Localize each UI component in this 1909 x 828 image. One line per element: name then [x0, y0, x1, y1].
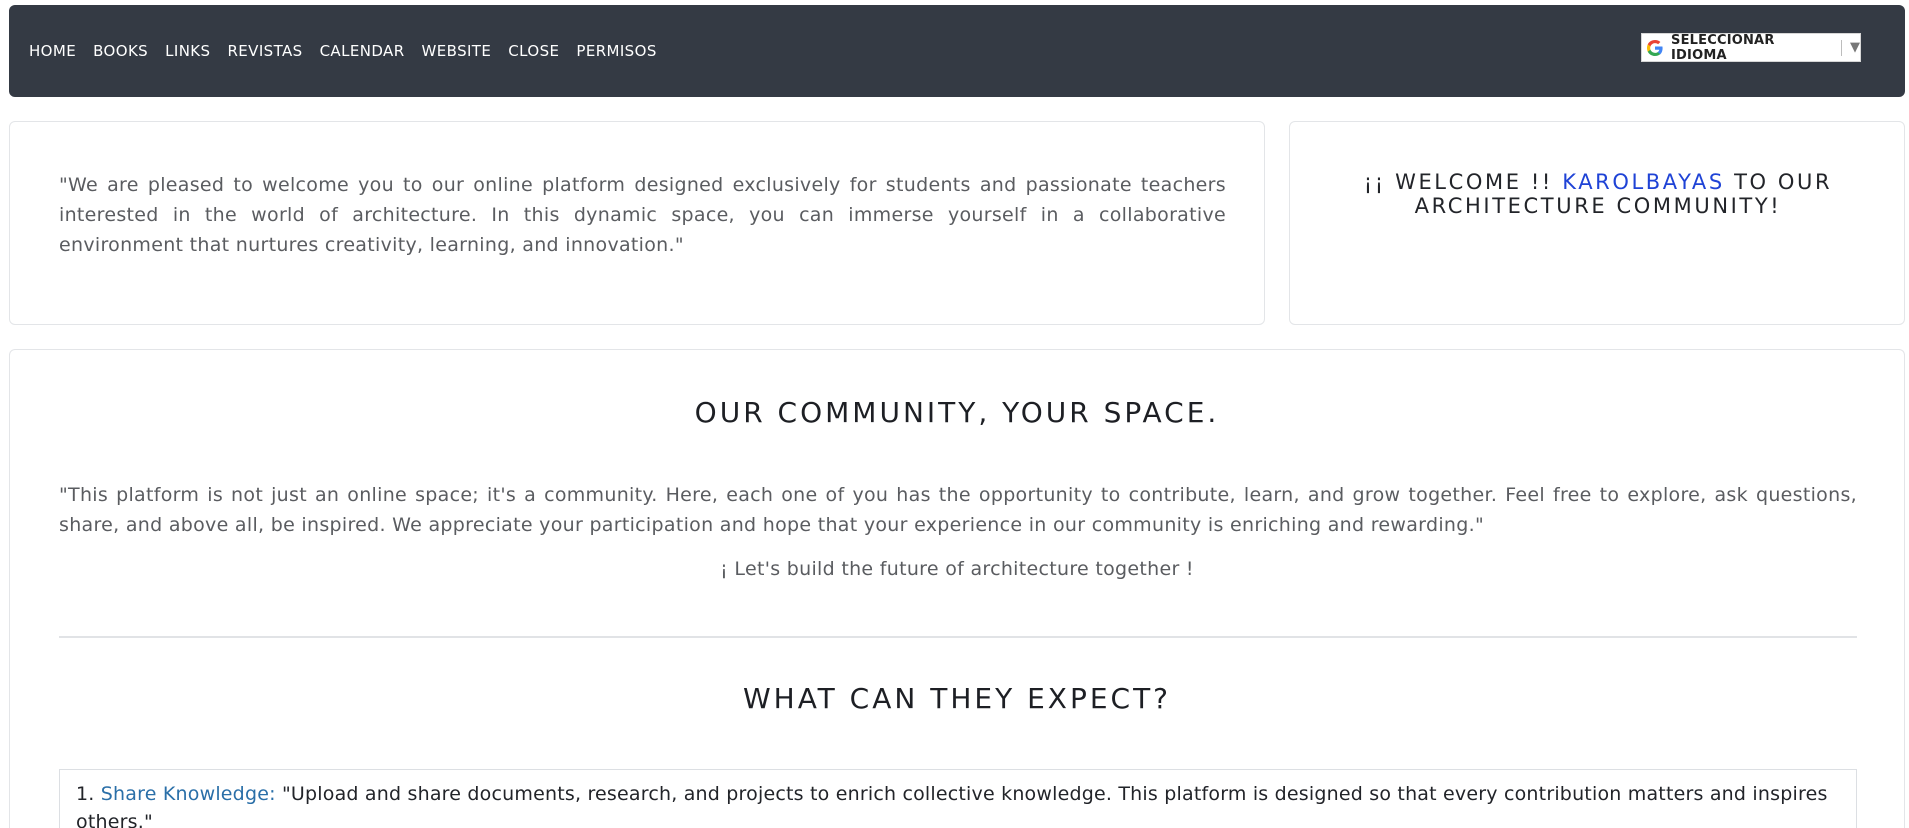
- expect-list-item: 1. Share Knowledge: "Upload and share do…: [59, 769, 1857, 828]
- nav-link-books[interactable]: BOOKS: [93, 42, 148, 60]
- language-selector[interactable]: SELECCIONAR IDIOMA ▼: [1641, 32, 1861, 63]
- welcome-prefix: ¡¡ WELCOME !!: [1363, 170, 1553, 194]
- google-icon: [1645, 38, 1665, 58]
- language-label: SELECCIONAR IDIOMA: [1671, 32, 1775, 63]
- section-divider: [59, 636, 1857, 638]
- nav-link-revistas[interactable]: REVISTAS: [227, 42, 302, 60]
- nav-link-close[interactable]: CLOSE: [508, 42, 559, 60]
- expect-heading: WHAT CAN THEY EXPECT?: [742, 682, 1172, 715]
- welcome-username: KAROLBAYAS: [1562, 170, 1725, 194]
- community-text: "This platform is not just an online spa…: [59, 484, 1857, 536]
- item-text: "Upload and share documents, research, a…: [76, 783, 1828, 828]
- intro-card: "We are pleased to welcome you to our on…: [9, 121, 1265, 325]
- nav-link-website[interactable]: WEBSITE: [422, 42, 492, 60]
- community-card: OUR COMMUNITY, YOUR SPACE. "This platfor…: [9, 349, 1905, 828]
- nav-link-calendar[interactable]: CALENDAR: [320, 42, 405, 60]
- item-title-share-knowledge[interactable]: Share Knowledge:: [101, 783, 276, 805]
- nav-links: HOME BOOKS LINKS REVISTAS CALENDAR WEBSI…: [29, 42, 657, 60]
- caret-down-icon: ▼: [1850, 40, 1860, 55]
- top-navbar: HOME BOOKS LINKS REVISTAS CALENDAR WEBSI…: [9, 5, 1905, 97]
- community-heading: OUR COMMUNITY, YOUR SPACE.: [694, 396, 1220, 429]
- welcome-message: ¡¡ WELCOME !! KAROLBAYAS TO OUR ARCHITEC…: [1330, 170, 1866, 218]
- nav-link-permisos[interactable]: PERMISOS: [576, 42, 656, 60]
- community-cta: ¡ Let's build the future of architecture…: [720, 558, 1194, 580]
- language-separator: [1841, 39, 1842, 56]
- nav-link-links[interactable]: LINKS: [165, 42, 210, 60]
- intro-text: "We are pleased to welcome you to our on…: [59, 174, 1226, 256]
- nav-link-home[interactable]: HOME: [29, 42, 76, 60]
- item-number: 1.: [76, 783, 95, 805]
- welcome-card: ¡¡ WELCOME !! KAROLBAYAS TO OUR ARCHITEC…: [1289, 121, 1905, 325]
